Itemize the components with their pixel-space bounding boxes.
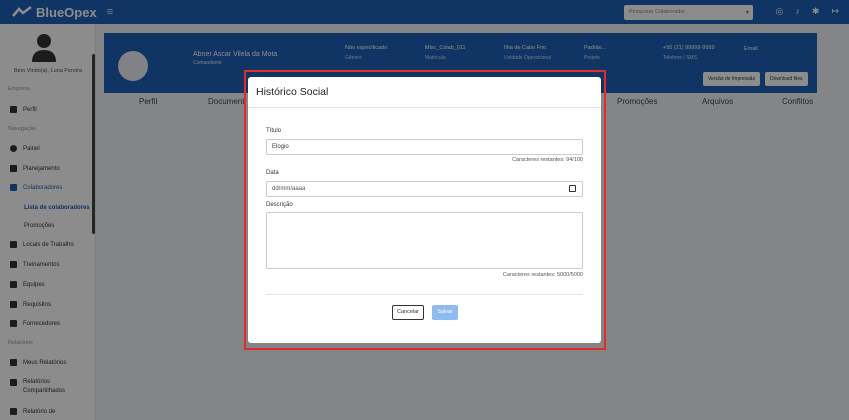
date-input-placeholder: dd/mm/aaaa bbox=[272, 186, 306, 192]
title-label: Título bbox=[266, 128, 282, 134]
social-history-modal: Histórico Social Título Elogio Caractere… bbox=[248, 77, 601, 343]
title-input-value: Elogio bbox=[272, 144, 289, 150]
description-char-counter: Caracteres restantes: 5000/5000 bbox=[502, 272, 583, 278]
title-char-counter: Caracteres restantes: 94/100 bbox=[512, 157, 583, 163]
date-label: Data bbox=[266, 170, 279, 176]
save-button[interactable]: Salvar bbox=[432, 305, 458, 320]
title-input[interactable]: Elogio bbox=[266, 139, 583, 155]
description-textarea[interactable] bbox=[266, 212, 583, 269]
cancel-button[interactable]: Cancelar bbox=[392, 305, 424, 320]
modal-footer-divider bbox=[266, 294, 583, 295]
calendar-icon[interactable] bbox=[569, 185, 576, 192]
date-input[interactable]: dd/mm/aaaa bbox=[266, 181, 583, 197]
description-label: Descrição bbox=[266, 202, 293, 208]
modal-title: Histórico Social bbox=[256, 86, 329, 98]
modal-divider bbox=[248, 107, 601, 108]
